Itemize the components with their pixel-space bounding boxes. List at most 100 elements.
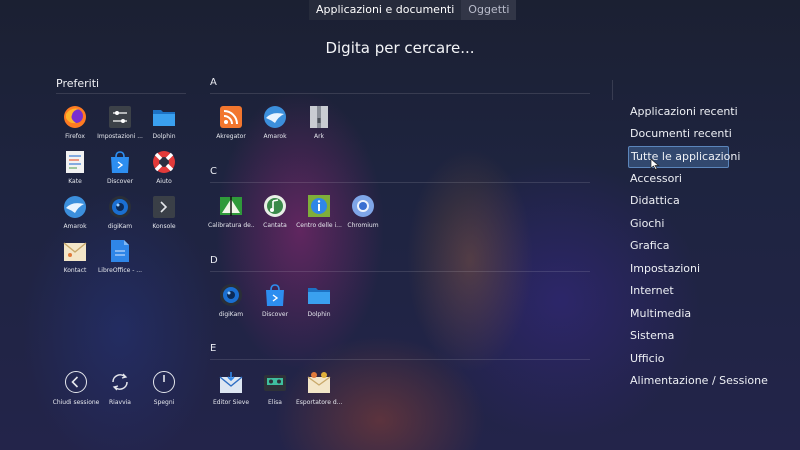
section-divider xyxy=(210,93,590,94)
calibration-icon xyxy=(219,194,243,218)
app-label: Kate xyxy=(68,178,82,185)
category-all-apps[interactable]: Tutte le applicazioni xyxy=(628,146,740,168)
firefox-icon xyxy=(63,105,87,129)
app-exporter[interactable]: Esportatore d... xyxy=(296,371,342,406)
rss-feed-icon xyxy=(219,105,243,129)
chromium-icon xyxy=(351,194,375,218)
app-dolphin[interactable]: Dolphin xyxy=(296,283,342,318)
export-icon xyxy=(307,371,331,395)
app-label: Elisa xyxy=(268,399,282,406)
view-tabs: Applicazioni e documenti Oggetti xyxy=(309,0,517,20)
app-label: Akregator xyxy=(216,133,246,140)
category-power-session[interactable]: Alimentazione / Sessione xyxy=(630,371,768,391)
app-label: Calibratura de... xyxy=(208,222,254,229)
app-label: Ark xyxy=(313,133,325,140)
tab-items[interactable]: Oggetti xyxy=(461,0,517,20)
fav-kontact[interactable]: Kontact xyxy=(52,239,98,274)
music-note-icon xyxy=(263,194,287,218)
favorites-divider xyxy=(56,93,186,94)
lifebuoy-icon xyxy=(152,150,176,174)
app-digikam[interactable]: digiKam xyxy=(208,283,254,318)
category-settings[interactable]: Impostazioni xyxy=(630,259,700,279)
fav-amarok[interactable]: Amarok xyxy=(52,195,98,230)
settings-sliders-icon xyxy=(108,105,132,129)
camera-lens-icon xyxy=(219,283,243,307)
app-label: Firefox xyxy=(65,133,85,140)
wolf-icon xyxy=(63,195,87,219)
app-label: Editor Sieve xyxy=(212,399,250,406)
app-sieve-editor[interactable]: Editor Sieve xyxy=(208,371,254,406)
shopping-bag-icon xyxy=(108,150,132,174)
app-akregator[interactable]: Akregator xyxy=(208,105,254,140)
section-divider xyxy=(210,359,590,360)
app-info-center[interactable]: Centro delle i... xyxy=(296,194,342,229)
folder-icon xyxy=(152,105,176,129)
app-elisa[interactable]: Elisa xyxy=(252,371,298,406)
app-label: Dolphin xyxy=(152,133,176,140)
fav-help[interactable]: Aiuto xyxy=(141,150,187,185)
search-input[interactable]: Digita per cercare... xyxy=(0,39,800,57)
section-letter-a: A xyxy=(210,77,217,88)
scroll-divider xyxy=(612,80,613,100)
fav-firefox[interactable]: Firefox xyxy=(52,105,98,140)
fav-dolphin[interactable]: Dolphin xyxy=(141,105,187,140)
category-office[interactable]: Ufficio xyxy=(630,349,665,369)
info-icon xyxy=(307,194,331,218)
app-label: Chromium xyxy=(347,222,379,229)
app-label: Amarok xyxy=(63,223,87,230)
archive-zipper-icon xyxy=(307,105,331,129)
contacts-icon xyxy=(63,239,87,263)
fav-konsole[interactable]: Konsole xyxy=(141,195,187,230)
shutdown-button[interactable]: Spegni xyxy=(134,371,194,406)
fav-discover[interactable]: Discover xyxy=(97,150,143,185)
app-calibration[interactable]: Calibratura de... xyxy=(208,194,254,229)
app-label: Impostazioni ... xyxy=(97,133,143,140)
folder-icon xyxy=(307,283,331,307)
wolf-icon xyxy=(263,105,287,129)
section-letter-e: E xyxy=(210,343,217,354)
shopping-bag-icon xyxy=(263,283,287,307)
app-amarok[interactable]: Amarok xyxy=(252,105,298,140)
app-label: Dolphin xyxy=(307,311,331,318)
category-internet[interactable]: Internet xyxy=(630,281,674,301)
app-label: Esportatore d... xyxy=(296,399,342,406)
category-accessories[interactable]: Accessori xyxy=(630,169,682,189)
mouse-pointer-icon xyxy=(650,155,660,170)
category-label: Tutte le applicazioni xyxy=(631,150,741,163)
cassette-icon xyxy=(263,371,287,395)
category-multimedia[interactable]: Multimedia xyxy=(630,304,691,324)
restart-icon xyxy=(109,371,131,393)
category-recent-docs[interactable]: Documenti recenti xyxy=(630,124,732,144)
fav-kate[interactable]: Kate xyxy=(52,150,98,185)
camera-lens-icon xyxy=(108,195,132,219)
app-label: Aiuto xyxy=(156,178,172,185)
app-label: Cantata xyxy=(263,222,287,229)
document-icon xyxy=(108,239,132,263)
app-cantata[interactable]: Cantata xyxy=(252,194,298,229)
text-editor-icon xyxy=(63,150,87,174)
favorites-title: Preferiti xyxy=(56,77,100,90)
category-recent-apps[interactable]: Applicazioni recenti xyxy=(630,102,738,122)
fav-digikam[interactable]: digiKam xyxy=(97,195,143,230)
category-graphics[interactable]: Grafica xyxy=(630,236,670,256)
app-discover[interactable]: Discover xyxy=(252,283,298,318)
mail-filter-icon xyxy=(219,371,243,395)
app-chromium[interactable]: Chromium xyxy=(340,194,386,229)
app-label: LibreOffice - ... xyxy=(97,267,143,274)
category-games[interactable]: Giochi xyxy=(630,214,664,234)
app-label: digiKam xyxy=(107,223,133,230)
fav-libreoffice[interactable]: LibreOffice - ... xyxy=(97,239,143,274)
app-label: Konsole xyxy=(152,223,176,230)
section-letter-d: D xyxy=(210,255,218,266)
chevron-left-icon xyxy=(65,371,87,393)
app-ark[interactable]: Ark xyxy=(296,105,342,140)
section-letter-c: C xyxy=(210,166,217,177)
terminal-icon xyxy=(152,195,176,219)
category-education[interactable]: Didattica xyxy=(630,191,680,211)
app-label: Amarok xyxy=(263,133,287,140)
fav-settings[interactable]: Impostazioni ... xyxy=(97,105,143,140)
category-system[interactable]: Sistema xyxy=(630,326,674,346)
tab-applications-documents[interactable]: Applicazioni e documenti xyxy=(309,0,462,20)
app-label: Kontact xyxy=(63,267,87,274)
power-icon xyxy=(153,371,175,393)
